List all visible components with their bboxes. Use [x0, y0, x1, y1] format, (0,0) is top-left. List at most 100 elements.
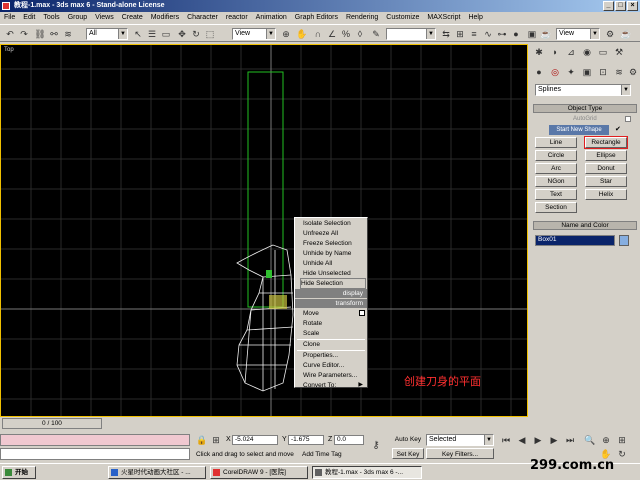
text-button[interactable]: Text: [535, 189, 577, 200]
layer-icon[interactable]: ≡: [468, 28, 480, 40]
curve-editor-icon[interactable]: ∿: [482, 28, 494, 40]
maximize-button[interactable]: □: [615, 1, 626, 11]
absolute-mode-icon[interactable]: ⊞: [210, 434, 222, 446]
quick-render-icon[interactable]: ☕: [540, 28, 552, 40]
menu-graph-editors[interactable]: Graph Editors: [295, 12, 338, 23]
zoom-extents-icon[interactable]: ⊞: [616, 434, 628, 446]
taskbar-item-3dsmax[interactable]: 教程-1.max - 3ds max 6 -...: [312, 466, 422, 479]
menu-tools[interactable]: Tools: [43, 12, 59, 23]
time-slider[interactable]: 0 / 100: [2, 418, 102, 429]
menu-customize[interactable]: Customize: [386, 12, 419, 23]
mirror-icon[interactable]: ⇆: [440, 28, 452, 40]
key-filters-button[interactable]: Key Filters...: [426, 448, 494, 459]
schematic-icon[interactable]: ⊶: [496, 28, 508, 40]
select-by-name-icon[interactable]: ☰: [146, 28, 158, 40]
menu-unhide-all[interactable]: Unhide All: [303, 259, 332, 268]
align-icon[interactable]: ⊞: [454, 28, 466, 40]
menu-scale[interactable]: Scale: [303, 329, 319, 338]
minimize-button[interactable]: _: [603, 1, 614, 11]
play-icon[interactable]: ▶: [532, 434, 544, 446]
set-key-button[interactable]: Set Key: [392, 448, 424, 459]
named-sets-icon[interactable]: ✎: [370, 28, 382, 40]
lock-selection-icon[interactable]: 🔒: [196, 434, 208, 446]
ngon-button[interactable]: NGon: [535, 176, 577, 187]
rollout-object-type[interactable]: Object Type: [533, 104, 637, 113]
select-rotate-icon[interactable]: ↻: [190, 28, 202, 40]
menu-edit[interactable]: Edit: [23, 12, 35, 23]
close-button[interactable]: ×: [627, 1, 638, 11]
modify-tab-icon[interactable]: ◗: [549, 46, 561, 58]
helpers-icon[interactable]: ⊡: [597, 66, 609, 78]
menu-curve-editor[interactable]: Curve Editor...: [303, 361, 344, 370]
zoom-all-icon[interactable]: ⊕: [600, 434, 612, 446]
start-new-shape-check-icon[interactable]: ✔: [615, 125, 621, 133]
render-type-dropdown[interactable]: View ▼: [556, 28, 600, 40]
snap-icon[interactable]: ∩: [312, 28, 324, 40]
arc-rotate-icon[interactable]: ↻: [616, 448, 628, 460]
display-tab-icon[interactable]: ▭: [597, 46, 609, 58]
undo-icon[interactable]: ↶: [4, 28, 16, 40]
menu-hide-selection[interactable]: Hide Selection: [300, 278, 366, 289]
menu-group[interactable]: Group: [68, 12, 87, 23]
menu-freeze-selection[interactable]: Freeze Selection: [303, 239, 352, 248]
menu-move[interactable]: Move: [303, 309, 319, 318]
menu-isolate-selection[interactable]: Isolate Selection: [303, 219, 351, 228]
active-shade-icon[interactable]: ☕: [620, 28, 632, 40]
utilities-tab-icon[interactable]: ⚒: [613, 46, 625, 58]
next-frame-icon[interactable]: ▶: [548, 434, 560, 446]
rollout-name-and-color[interactable]: Name and Color: [533, 221, 637, 230]
menu-unfreeze-all[interactable]: Unfreeze All: [303, 229, 338, 238]
motion-tab-icon[interactable]: ◉: [581, 46, 593, 58]
rectangle-button[interactable]: Rectangle: [584, 136, 628, 149]
geometry-icon[interactable]: ●: [533, 66, 545, 78]
helix-button[interactable]: Helix: [585, 189, 627, 200]
cameras-icon[interactable]: ▣: [581, 66, 593, 78]
donut-button[interactable]: Donut: [585, 163, 627, 174]
lights-icon[interactable]: ✦: [565, 66, 577, 78]
ellipse-button[interactable]: Ellipse: [585, 150, 627, 161]
select-scale-icon[interactable]: ⬚: [204, 28, 216, 40]
previous-frame-icon[interactable]: ◀: [516, 434, 528, 446]
z-coord-field[interactable]: 0.0: [334, 435, 364, 445]
create-tab-icon[interactable]: ✱: [533, 46, 545, 58]
start-new-shape-button[interactable]: Start New Shape: [549, 125, 609, 135]
menu-convert-to[interactable]: Convert To:: [303, 381, 336, 390]
pivot-icon[interactable]: ⊕: [280, 28, 292, 40]
section-button[interactable]: Section: [535, 202, 577, 213]
x-coord-field[interactable]: -5.024: [232, 435, 278, 445]
render-last-icon[interactable]: ⚙: [604, 28, 616, 40]
maxscript-listener-mini[interactable]: [0, 434, 190, 446]
material-editor-icon[interactable]: ●: [510, 28, 522, 40]
settings-box-icon[interactable]: [359, 310, 365, 316]
selection-filter-dropdown[interactable]: All ▼: [86, 28, 128, 40]
y-coord-field[interactable]: -1.675: [288, 435, 324, 445]
menu-rendering[interactable]: Rendering: [346, 12, 378, 23]
menu-rotate[interactable]: Rotate: [303, 319, 322, 328]
taskbar-item-coreldraw[interactable]: CorelDRAW 9 - [医院]: [210, 466, 308, 479]
circle-button[interactable]: Circle: [535, 150, 577, 161]
render-scene-icon[interactable]: ▣: [526, 28, 538, 40]
rect-selection-icon[interactable]: ▭: [160, 28, 172, 40]
bind-space-warp-icon[interactable]: ≋: [62, 28, 74, 40]
menu-create[interactable]: Create: [122, 12, 143, 23]
menu-character[interactable]: Character: [187, 12, 218, 23]
select-object-icon[interactable]: ↖: [132, 28, 144, 40]
taskbar-item-browser[interactable]: 火星时代动画大社区 - ...: [108, 466, 206, 479]
menu-wire-parameters[interactable]: Wire Parameters...: [303, 371, 357, 380]
menu-properties[interactable]: Properties...: [303, 351, 338, 360]
viewport-label[interactable]: Top: [4, 47, 14, 53]
go-to-end-icon[interactable]: ⏭: [564, 434, 576, 446]
select-manipulate-icon[interactable]: ✋: [296, 28, 308, 40]
object-name-input[interactable]: Box01: [535, 235, 615, 246]
viewport-top[interactable]: Top: [0, 44, 528, 417]
line-button[interactable]: Line: [535, 137, 577, 148]
go-to-start-icon[interactable]: ⏮: [500, 434, 512, 446]
menu-clone[interactable]: Clone: [303, 340, 320, 349]
menu-hide-unselected[interactable]: Hide Unselected: [303, 269, 351, 278]
spinner-snap-icon[interactable]: ◊: [354, 28, 366, 40]
hierarchy-tab-icon[interactable]: ⊿: [565, 46, 577, 58]
systems-icon[interactable]: ⚙: [627, 66, 639, 78]
angle-snap-icon[interactable]: ∠: [326, 28, 338, 40]
spacewarps-icon[interactable]: ≋: [613, 66, 625, 78]
shapes-icon[interactable]: ◎: [549, 66, 561, 78]
